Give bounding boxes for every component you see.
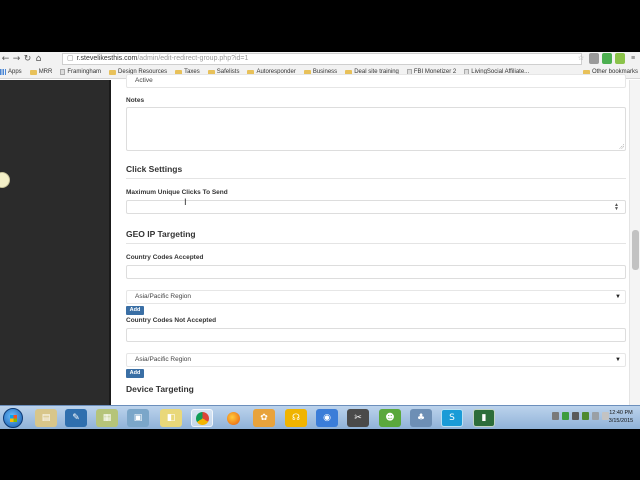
system-tray <box>552 412 609 420</box>
bookmark-mrr[interactable]: MRR <box>29 69 52 75</box>
headphones-icon[interactable]: ☊ <box>285 409 307 427</box>
chat-app-icon[interactable]: ☻ <box>379 409 401 427</box>
add-accepted-button[interactable]: Add <box>126 306 144 315</box>
forward-icon[interactable]: → <box>11 53 22 65</box>
recorder-app-icon[interactable]: ▮ <box>473 409 495 427</box>
extension-icon[interactable] <box>602 53 612 64</box>
max-clicks-label: Maximum Unique Clicks To Send <box>126 189 228 196</box>
accepted-input[interactable] <box>126 265 626 279</box>
sidebar <box>0 80 111 428</box>
clock-time: 12:40 PM <box>609 410 633 416</box>
not-accepted-label: Country Codes Not Accepted <box>126 317 217 324</box>
url-domain: r.stevelikesthis.com <box>76 55 138 62</box>
network-icon[interactable] <box>582 412 589 420</box>
max-clicks-input[interactable]: ▲ ▼ <box>126 200 626 214</box>
not-accepted-input[interactable] <box>126 328 626 342</box>
pen-tool-icon[interactable]: ✎ <box>65 409 87 427</box>
geo-heading: GEO IP Targeting <box>126 229 196 239</box>
clock[interactable]: 12:40 PM 3/15/2015 <box>604 409 638 425</box>
reload-icon[interactable]: ↻ <box>22 53 33 65</box>
explorer-icon[interactable]: ▤ <box>35 409 57 427</box>
screen: ← → ↻ ⌂ ▢ r.stevelikesthis.com /admin/ed… <box>0 0 640 480</box>
start-button[interactable] <box>3 408 23 428</box>
divider <box>126 243 626 244</box>
tools-app-icon[interactable]: ♣ <box>410 409 432 427</box>
menu-icon[interactable]: ≡ <box>628 53 638 64</box>
media-player-icon[interactable]: ◉ <box>316 409 338 427</box>
spinner-icon[interactable]: ▲ ▼ <box>614 203 619 212</box>
extension-icon[interactable] <box>589 53 599 64</box>
browser-window: ← → ↻ ⌂ ▢ r.stevelikesthis.com /admin/ed… <box>0 52 640 428</box>
text-cursor-icon: I <box>184 198 187 208</box>
page-content: Active Notes Click Settings Maximum Uniq… <box>0 74 640 428</box>
tray-arrow-icon[interactable] <box>552 412 559 420</box>
chevron-down-icon: ▼ <box>615 294 621 300</box>
accepted-label: Country Codes Accepted <box>126 254 204 261</box>
apps-icon <box>0 69 6 75</box>
notes-app-icon[interactable]: ▦ <box>96 409 118 427</box>
notes-label: Notes <box>126 97 145 104</box>
address-bar[interactable]: ▢ r.stevelikesthis.com /admin/edit-redir… <box>62 53 582 65</box>
tray-app-icon[interactable] <box>562 412 569 420</box>
not-accepted-select[interactable]: Asia/Pacific Region ▼ <box>126 353 626 367</box>
volume-icon[interactable] <box>592 412 599 420</box>
page-icon <box>60 69 66 75</box>
settings-app-icon[interactable]: ✿ <box>253 409 275 427</box>
status-value: Active <box>135 77 153 84</box>
cursor-highlight-icon <box>0 172 10 188</box>
status-select[interactable]: Active <box>126 74 626 88</box>
folder-icon <box>109 69 117 75</box>
folder-app-icon[interactable]: ◧ <box>160 409 182 427</box>
not-accepted-select-value: Asia/Pacific Region <box>135 356 191 363</box>
scrollbar[interactable] <box>629 80 640 428</box>
page-icon: ▢ <box>67 55 74 62</box>
form-panel: Active Notes Click Settings Maximum Uniq… <box>113 74 640 428</box>
skype-icon[interactable]: S <box>441 409 463 427</box>
add-not-accepted-button[interactable]: Add <box>126 369 144 378</box>
divider <box>126 178 626 179</box>
bookmark-apps[interactable]: Apps <box>0 69 22 75</box>
resize-handle-icon[interactable] <box>619 144 624 149</box>
taskbar: ▤ ✎ ▦ ▣ ◧ ✿ ☊ ◉ ✂ ☻ ♣ S ▮ 12:40 PM 3/15/… <box>0 405 640 429</box>
bookmark-framingham[interactable]: Framingham <box>60 69 101 75</box>
window-app-icon[interactable]: ▣ <box>127 409 149 427</box>
home-icon[interactable]: ⌂ <box>33 53 44 65</box>
accepted-select[interactable]: Asia/Pacific Region ▼ <box>126 290 626 304</box>
accepted-select-value: Asia/Pacific Region <box>135 293 191 300</box>
tray-app-icon[interactable] <box>572 412 579 420</box>
back-icon[interactable]: ← <box>0 53 11 65</box>
device-heading: Device Targeting <box>126 384 194 394</box>
url-path: /admin/edit-redirect-group.php?id=1 <box>137 55 249 62</box>
clapper-icon[interactable]: ✂ <box>347 409 369 427</box>
browser-toolbar: ← → ↻ ⌂ ▢ r.stevelikesthis.com /admin/ed… <box>0 52 640 66</box>
folder-icon <box>29 69 37 75</box>
notes-textarea[interactable] <box>126 107 626 151</box>
chevron-down-icon: ▼ <box>615 357 621 363</box>
firefox-icon[interactable] <box>222 409 244 427</box>
chrome-icon[interactable] <box>191 409 213 427</box>
click-settings-heading: Click Settings <box>126 164 183 174</box>
scrollbar-thumb[interactable] <box>632 230 639 270</box>
extension-icon[interactable] <box>615 53 625 64</box>
star-icon[interactable]: ☆ <box>576 53 586 64</box>
clock-date: 3/15/2015 <box>608 418 634 424</box>
